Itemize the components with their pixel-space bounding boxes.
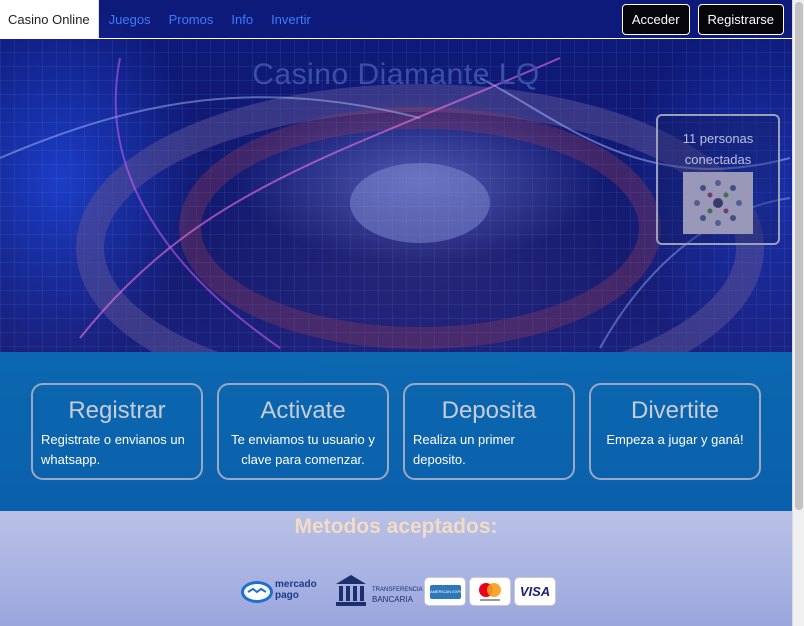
payment-methods-section: Metodos aceptados: mercado pago TRANSFER… bbox=[0, 511, 792, 626]
bank-transfer-logo: TRANSFERENCIA BANCARIA bbox=[334, 573, 423, 611]
step-title: Divertite bbox=[630, 397, 720, 424]
amex-card: AMERICAN EXPRESS bbox=[424, 577, 466, 606]
steps-section: Registrar Registrate o envianos un whats… bbox=[0, 352, 792, 511]
visa-logo: VISA bbox=[519, 584, 551, 599]
nav-link-promos[interactable]: Promos bbox=[169, 12, 214, 27]
step-title: Registrar bbox=[68, 397, 166, 424]
step-description: Te enviamos tu usuario y clave para come… bbox=[231, 432, 375, 467]
step-description: Realiza un primer deposito. bbox=[413, 432, 515, 467]
nav-actions: Acceder Registrarse bbox=[621, 3, 784, 35]
people-network-image bbox=[683, 172, 753, 234]
page-title: Casino Diamante LQ bbox=[252, 58, 540, 91]
amex-text: AMERICAN EXPRESS bbox=[430, 589, 461, 594]
mercadopago-text-2: pago bbox=[275, 590, 299, 601]
mercadopago-logo: mercado pago bbox=[240, 577, 324, 607]
step-card-divertite[interactable]: Divertite Empeza a jugar y ganá! bbox=[589, 383, 761, 480]
brand-tab[interactable]: Casino Online bbox=[0, 0, 99, 38]
nav-link-juegos[interactable]: Juegos bbox=[109, 12, 151, 27]
mastercard-icon bbox=[479, 583, 501, 601]
step-title: Deposita bbox=[441, 397, 537, 424]
amex-icon: AMERICAN EXPRESS bbox=[430, 585, 461, 599]
online-users-box: 11 personas conectadas bbox=[656, 114, 780, 245]
transfer-text-2: BANCARIA bbox=[372, 595, 413, 604]
payment-methods-title: Metodos aceptados: bbox=[294, 515, 498, 538]
mercadopago-text-1: mercado bbox=[275, 579, 317, 590]
nav-link-info[interactable]: Info bbox=[231, 12, 253, 27]
register-button[interactable]: Registrarse bbox=[697, 3, 784, 35]
people-network-icon bbox=[683, 172, 753, 234]
step-title: Activate bbox=[260, 397, 346, 424]
online-count: 11 personas bbox=[682, 131, 754, 146]
page-scrollbar[interactable] bbox=[792, 0, 804, 626]
bank-icon bbox=[336, 575, 366, 606]
login-button[interactable]: Acceder bbox=[621, 3, 690, 35]
step-card-activate[interactable]: Activate Te enviamos tu usuario y clave … bbox=[217, 383, 389, 480]
step-description: Registrate o envianos un whatsapp. bbox=[41, 432, 185, 467]
handshake-icon bbox=[241, 581, 273, 603]
scrollbar-thumb[interactable] bbox=[795, 2, 803, 510]
step-description: Empeza a jugar y ganá! bbox=[606, 432, 744, 447]
nav-link-invertir[interactable]: Invertir bbox=[271, 12, 311, 27]
top-navbar: Casino Online Juegos Promos Info Inverti… bbox=[0, 0, 792, 39]
online-label: conectadas bbox=[684, 152, 752, 167]
visa-card: VISA bbox=[514, 577, 556, 606]
mastercard-card bbox=[469, 577, 511, 606]
nav-links: Juegos Promos Info Invertir bbox=[109, 12, 329, 27]
step-card-registrar[interactable]: Registrar Registrate o envianos un whats… bbox=[31, 383, 203, 480]
step-card-deposita[interactable]: Deposita Realiza un primer deposito. bbox=[403, 383, 575, 480]
transfer-text-1: TRANSFERENCIA bbox=[372, 587, 423, 593]
